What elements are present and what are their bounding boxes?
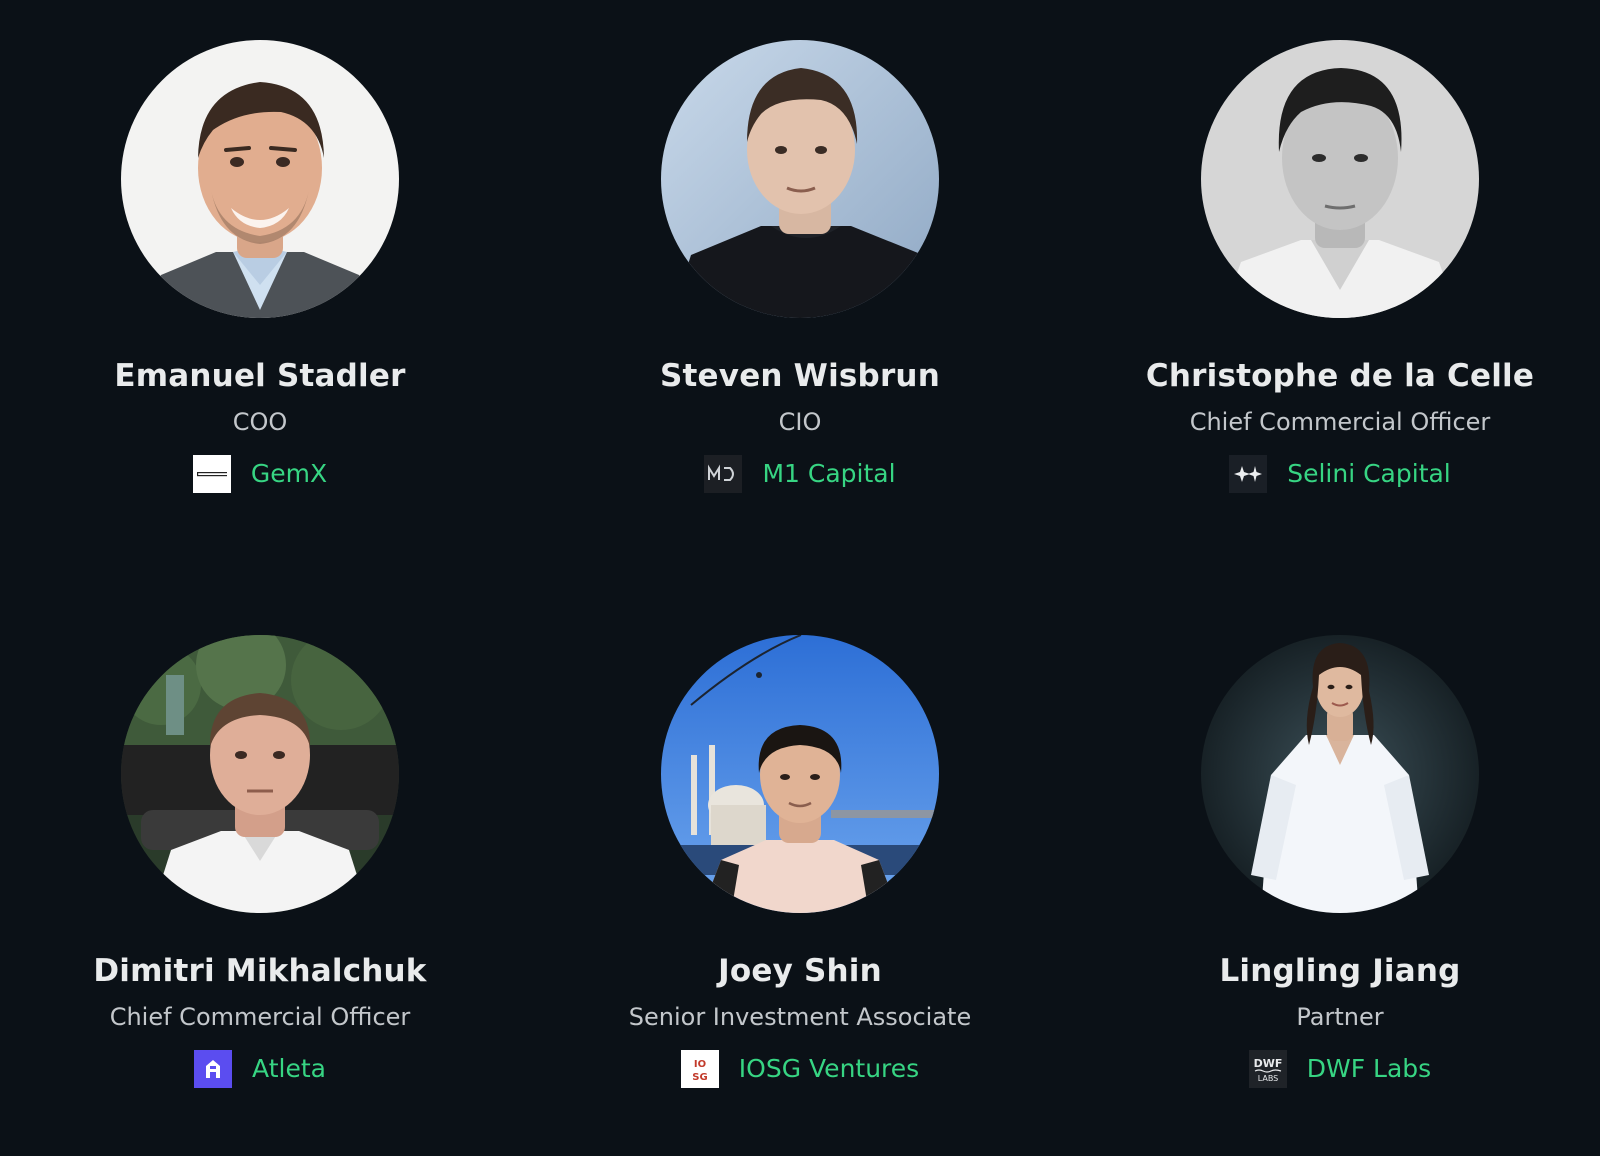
speaker-card: Christophe de la Celle Chief Commercial …: [1080, 0, 1600, 520]
company-link[interactable]: DWF Labs: [1307, 1050, 1431, 1088]
speaker-role: Chief Commercial Officer: [109, 1003, 411, 1031]
speaker-card: Dimitri Mikhalchuk Chief Commercial Offi…: [0, 595, 520, 1115]
dimitri-mikhalchuk-photo: [121, 635, 399, 913]
svg-text:DWF: DWF: [1253, 1057, 1282, 1070]
speaker-photo: [661, 40, 939, 318]
steven-wisbrun-photo: [661, 40, 939, 318]
atleta-logo-icon: [194, 1050, 233, 1088]
joey-shin-photo: [661, 635, 939, 913]
speaker-name: Emanuel Stadler: [114, 358, 406, 394]
speaker-photo: [121, 635, 399, 913]
company-link[interactable]: GemX: [251, 455, 327, 493]
svg-text:IO: IO: [694, 1059, 706, 1070]
speaker-card: Lingling Jiang Partner DWF LABS DWF Labs: [1080, 595, 1600, 1115]
speaker-role: Chief Commercial Officer: [1189, 408, 1491, 436]
speaker-name: Joey Shin: [718, 953, 882, 989]
m1-capital-logo-icon: [704, 455, 743, 493]
speaker-role: Partner: [1296, 1003, 1384, 1031]
svg-text:LABS: LABS: [1257, 1074, 1278, 1083]
speaker-company[interactable]: Selini Capital: [1080, 455, 1600, 493]
company-link[interactable]: IOSG Ventures: [739, 1050, 919, 1088]
speaker-name: Dimitri Mikhalchuk: [93, 953, 427, 989]
speaker-name: Steven Wisbrun: [660, 358, 940, 394]
speaker-card: Emanuel Stadler COO GemX: [0, 0, 520, 520]
iosg-ventures-logo-icon: IO SG: [680, 1050, 719, 1088]
speaker-company[interactable]: DWF LABS DWF Labs: [1080, 1050, 1600, 1088]
speaker-role: Senior Investment Associate: [628, 1003, 972, 1031]
lingling-jiang-photo: [1201, 635, 1479, 913]
emanuel-stadler-photo: [121, 40, 399, 318]
speaker-card: Steven Wisbrun CIO M1 Capital: [540, 0, 1060, 520]
svg-text:SG: SG: [692, 1072, 707, 1083]
speaker-company[interactable]: GemX: [0, 455, 520, 493]
company-link[interactable]: Selini Capital: [1287, 455, 1451, 493]
speakers-grid: Emanuel Stadler COO GemX Steven Wisbrun …: [0, 0, 1600, 1156]
company-link[interactable]: M1 Capital: [762, 455, 895, 493]
selini-capital-logo-icon: [1229, 455, 1268, 493]
dwf-labs-logo-icon: DWF LABS: [1248, 1050, 1287, 1088]
speaker-card: Joey Shin Senior Investment Associate IO…: [540, 595, 1060, 1115]
speaker-photo: [1201, 635, 1479, 913]
speaker-role: COO: [232, 408, 288, 436]
speaker-photo: [661, 635, 939, 913]
speaker-photo: [1201, 40, 1479, 318]
speaker-role: CIO: [778, 408, 822, 436]
speaker-photo: [121, 40, 399, 318]
speaker-company[interactable]: IO SG IOSG Ventures: [540, 1050, 1060, 1088]
christophe-de-la-celle-photo: [1201, 40, 1479, 318]
speaker-company[interactable]: M1 Capital: [540, 455, 1060, 493]
speaker-name: Christophe de la Celle: [1145, 358, 1535, 394]
speaker-name: Lingling Jiang: [1219, 953, 1461, 989]
company-link[interactable]: Atleta: [252, 1050, 326, 1088]
gemx-logo-icon: [192, 455, 231, 493]
speaker-company[interactable]: Atleta: [0, 1050, 520, 1088]
